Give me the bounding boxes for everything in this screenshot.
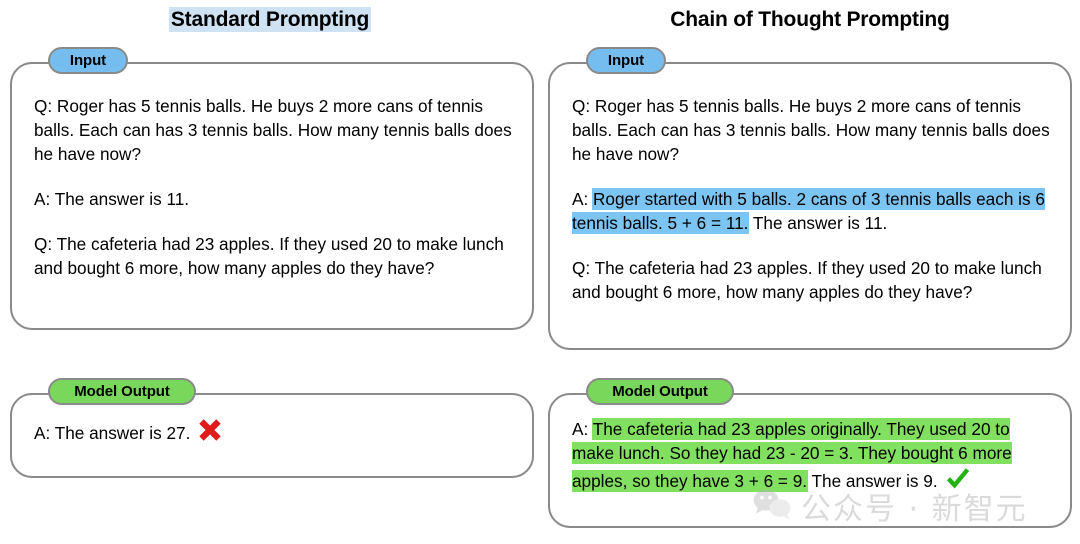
right-output-badge-label: Model Output bbox=[612, 383, 708, 400]
column-title-standard-prompting-text: Standard Prompting bbox=[168, 7, 372, 32]
right-output-body: A: The cafeteria had 23 apples originall… bbox=[572, 417, 1052, 493]
left-input-paragraph-3: Q: The cafeteria had 23 apples. If they … bbox=[34, 234, 504, 278]
left-input-panel: Q: Roger has 5 tennis balls. He buys 2 m… bbox=[10, 62, 534, 330]
right-input-answer-1-prefix: A: bbox=[572, 189, 594, 209]
column-title-standard-prompting: Standard Prompting bbox=[0, 7, 540, 32]
figure-root: Standard Prompting Q: Roger has 5 tennis… bbox=[0, 0, 1080, 544]
left-output-body: A: The answer is 27. bbox=[34, 417, 514, 445]
left-output-answer: A: The answer is 27. bbox=[34, 417, 514, 445]
right-output-answer: A: The cafeteria had 23 apples originall… bbox=[572, 417, 1052, 493]
left-output-panel: A: The answer is 27. bbox=[10, 393, 534, 478]
left-output-answer-text: A: The answer is 27. bbox=[34, 423, 191, 443]
check-mark-icon bbox=[945, 465, 971, 491]
right-output-answer-suffix: The answer is 9. bbox=[807, 471, 938, 491]
right-input-question-1: Q: Roger has 5 tennis balls. He buys 2 m… bbox=[572, 96, 1050, 164]
left-output-badge-label: Model Output bbox=[74, 383, 170, 400]
column-title-chain-of-thought-prompting: Chain of Thought Prompting bbox=[540, 8, 1080, 32]
left-input-badge: Input bbox=[48, 47, 128, 74]
right-input-badge-label: Input bbox=[607, 52, 645, 69]
left-input-paragraph-1: Q: Roger has 5 tennis balls. He buys 2 m… bbox=[34, 96, 512, 164]
left-input-body: Q: Roger has 5 tennis balls. He buys 2 m… bbox=[34, 94, 514, 280]
left-output-badge: Model Output bbox=[48, 378, 196, 405]
right-input-badge: Input bbox=[586, 47, 666, 74]
right-input-question-2: Q: The cafeteria had 23 apples. If they … bbox=[572, 258, 1042, 302]
right-input-panel: Q: Roger has 5 tennis balls. He buys 2 m… bbox=[548, 62, 1072, 350]
right-input-body: Q: Roger has 5 tennis balls. He buys 2 m… bbox=[572, 94, 1052, 304]
right-output-answer-prefix: A: bbox=[572, 419, 593, 439]
right-output-panel: A: The cafeteria had 23 apples originall… bbox=[548, 393, 1072, 528]
right-input-answer-1-suffix: The answer is 11. bbox=[748, 213, 888, 233]
right-output-badge: Model Output bbox=[586, 378, 734, 405]
right-input-answer-1: A: Roger started with 5 balls. 2 cans of… bbox=[572, 187, 1052, 235]
cross-mark-icon bbox=[197, 417, 223, 443]
column-title-chain-of-thought-prompting-text: Chain of Thought Prompting bbox=[670, 8, 950, 31]
left-input-paragraph-2: A: The answer is 11. bbox=[34, 189, 190, 209]
left-input-badge-label: Input bbox=[69, 52, 107, 69]
